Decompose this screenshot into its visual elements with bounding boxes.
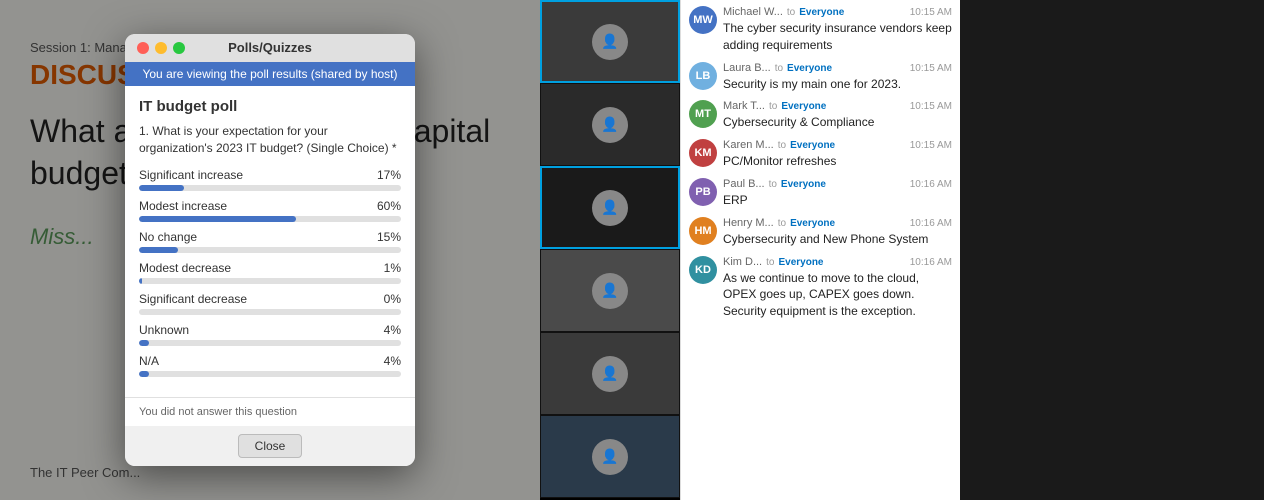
chat-message: MT Mark T... to Everyone 10:15 AM Cybers… — [689, 100, 952, 131]
chat-avatar: MT — [689, 100, 717, 128]
chat-message: KD Kim D... to Everyone 10:16 AM As we c… — [689, 256, 952, 320]
poll-footer: You did not answer this question — [125, 397, 415, 426]
video-thumb-1[interactable]: 👤 — [540, 0, 680, 83]
poll-option: Modest decrease 1% — [139, 261, 401, 284]
chat-content: Henry M... to Everyone 10:16 AM Cybersec… — [723, 217, 952, 248]
poll-option: Modest increase 60% — [139, 199, 401, 222]
chat-avatar: MW — [689, 6, 717, 34]
video-panel: 👤 👤 👤 👤 👤 👤 — [540, 0, 680, 500]
chat-content: Mark T... to Everyone 10:15 AM Cybersecu… — [723, 100, 952, 131]
chat-text: PC/Monitor refreshes — [723, 153, 952, 170]
video-thumb-5[interactable]: 👤 — [540, 332, 680, 415]
chat-text: Cybersecurity & Compliance — [723, 114, 952, 131]
poll-option: Significant decrease 0% — [139, 292, 401, 315]
modal-overlay: Polls/Quizzes You are viewing the poll r… — [0, 0, 540, 500]
chat-content: Karen M... to Everyone 10:15 AM PC/Monit… — [723, 139, 952, 170]
chat-text: Cybersecurity and New Phone System — [723, 231, 952, 248]
modal-title: Polls/Quizzes — [228, 40, 312, 55]
chat-content: Paul B... to Everyone 10:16 AM ERP — [723, 178, 952, 209]
chat-avatar: HM — [689, 217, 717, 245]
poll-question: 1. What is your expectation for your org… — [139, 123, 401, 157]
poll-option: Significant increase 17% — [139, 168, 401, 191]
poll-title: IT budget poll — [139, 98, 401, 115]
chat-text: Security is my main one for 2023. — [723, 76, 952, 93]
chat-text: As we continue to move to the cloud, OPE… — [723, 270, 952, 320]
modal-body: IT budget poll 1. What is your expectati… — [125, 86, 415, 398]
chat-panel: MW Michael W... to Everyone 10:15 AM The… — [680, 0, 960, 500]
modal-close-row: Close — [125, 426, 415, 466]
modal-banner: You are viewing the poll results (shared… — [125, 62, 415, 86]
video-thumb-2[interactable]: 👤 — [540, 83, 680, 166]
chat-avatar: KM — [689, 139, 717, 167]
chat-content: Laura B... to Everyone 10:15 AM Security… — [723, 62, 952, 93]
presentation-panel: Session 1: Management Strategies DISCUSS… — [0, 0, 540, 500]
maximize-traffic-light[interactable] — [173, 42, 185, 54]
poll-option: N/A 4% — [139, 354, 401, 377]
poll-options: Significant increase 17% Modest increase… — [139, 168, 401, 377]
video-thumb-4[interactable]: 👤 — [540, 249, 680, 332]
chat-messages: MW Michael W... to Everyone 10:15 AM The… — [681, 0, 960, 500]
chat-content: Kim D... to Everyone 10:16 AM As we cont… — [723, 256, 952, 320]
chat-message: PB Paul B... to Everyone 10:16 AM ERP — [689, 178, 952, 209]
minimize-traffic-light[interactable] — [155, 42, 167, 54]
chat-message: MW Michael W... to Everyone 10:15 AM The… — [689, 6, 952, 54]
poll-option: No change 15% — [139, 230, 401, 253]
chat-message: KM Karen M... to Everyone 10:15 AM PC/Mo… — [689, 139, 952, 170]
modal-titlebar: Polls/Quizzes — [125, 34, 415, 62]
close-traffic-light[interactable] — [137, 42, 149, 54]
poll-option: Unknown 4% — [139, 323, 401, 346]
chat-content: Michael W... to Everyone 10:15 AM The cy… — [723, 6, 952, 54]
chat-avatar: PB — [689, 178, 717, 206]
chat-avatar: LB — [689, 62, 717, 90]
chat-avatar: KD — [689, 256, 717, 284]
chat-text: ERP — [723, 192, 952, 209]
video-thumb-3[interactable]: 👤 — [540, 166, 680, 249]
poll-modal: Polls/Quizzes You are viewing the poll r… — [125, 34, 415, 467]
chat-message: LB Laura B... to Everyone 10:15 AM Secur… — [689, 62, 952, 93]
video-thumb-6[interactable]: 👤 — [540, 415, 680, 498]
close-button[interactable]: Close — [238, 434, 303, 458]
chat-text: The cyber security insurance vendors kee… — [723, 20, 952, 54]
chat-message: HM Henry M... to Everyone 10:16 AM Cyber… — [689, 217, 952, 248]
